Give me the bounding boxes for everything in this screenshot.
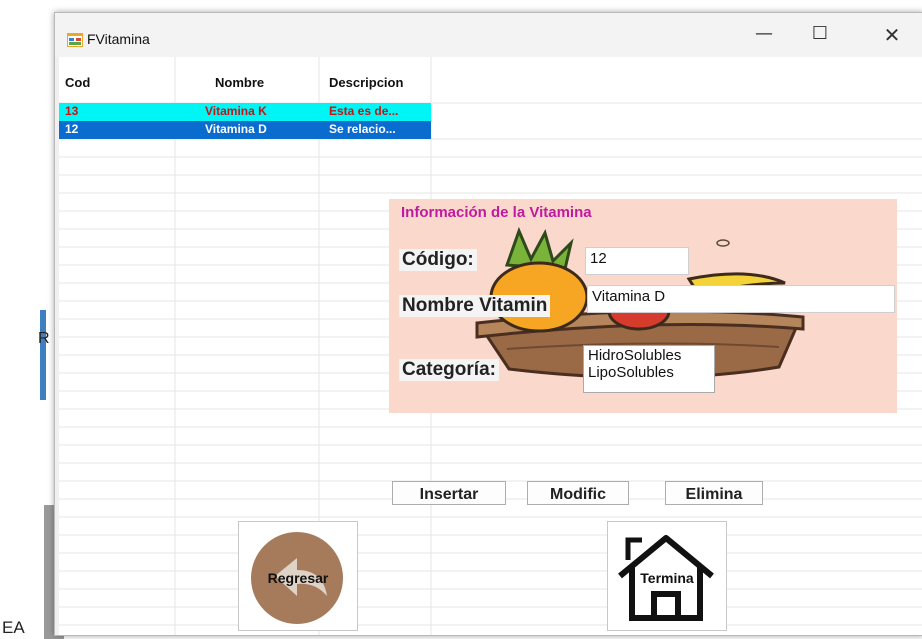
nombre-vitamina-field[interactable]: Vitamina D xyxy=(587,285,895,313)
codigo-label: Código: xyxy=(399,249,477,271)
fvitamina-window: FVitamina — ☐ ✕ Cod Nombre Descripcion 1… xyxy=(54,12,922,636)
categoria-label: Categoría: xyxy=(399,359,499,381)
table-row[interactable]: 13 Vitamina K Esta es de... xyxy=(59,103,431,121)
table-row[interactable]: 12 Vitamina D Se relacio... xyxy=(59,121,431,139)
eliminar-button[interactable]: Elimina xyxy=(665,481,763,505)
categoria-listbox[interactable]: HidroSolubles LipoSolubles xyxy=(583,345,715,393)
regresar-label: Regresar xyxy=(267,570,329,586)
terminar-button[interactable]: Termina xyxy=(607,521,727,631)
column-header-cod[interactable]: Cod xyxy=(65,75,90,90)
terminar-label: Termina xyxy=(640,570,694,586)
minimize-button[interactable]: — xyxy=(741,23,787,55)
cell-descripcion: Se relacio... xyxy=(329,122,396,136)
title-bar[interactable]: FVitamina — ☐ ✕ xyxy=(55,13,922,57)
cell-nombre: Vitamina D xyxy=(205,122,267,136)
window-title: FVitamina xyxy=(87,31,150,47)
form-client-area: Cod Nombre Descripcion 13 Vitamina K Est… xyxy=(59,57,922,635)
cell-cod: 12 xyxy=(65,122,79,136)
cell-descripcion: Esta es de... xyxy=(329,104,399,118)
column-header-descripcion[interactable]: Descripcion xyxy=(329,75,403,90)
background-window-edge xyxy=(40,310,46,400)
regresar-button[interactable]: Regresar xyxy=(238,521,358,631)
cell-nombre: Vitamina K xyxy=(205,104,267,118)
maximize-button[interactable]: ☐ xyxy=(797,23,843,55)
background-text-r: R xyxy=(38,330,50,347)
column-header-nombre[interactable]: Nombre xyxy=(215,75,264,90)
desktop-background xyxy=(0,0,44,639)
cell-cod: 13 xyxy=(65,104,79,118)
close-button[interactable]: ✕ xyxy=(869,23,915,55)
insertar-button[interactable]: Insertar xyxy=(392,481,506,505)
vitamin-info-panel: Información de la Vitamina Código: 12 No… xyxy=(389,199,897,413)
app-form-icon xyxy=(67,33,83,47)
panel-title: Información de la Vitamina xyxy=(401,204,592,221)
codigo-field[interactable]: 12 xyxy=(585,247,689,275)
nombre-vitamina-label: Nombre Vitamin xyxy=(399,295,551,317)
categoria-option[interactable]: LipoSolubles xyxy=(588,364,710,381)
background-text-ea: EA xyxy=(2,618,25,637)
modificar-button[interactable]: Modific xyxy=(527,481,629,505)
categoria-option[interactable]: HidroSolubles xyxy=(588,347,710,364)
